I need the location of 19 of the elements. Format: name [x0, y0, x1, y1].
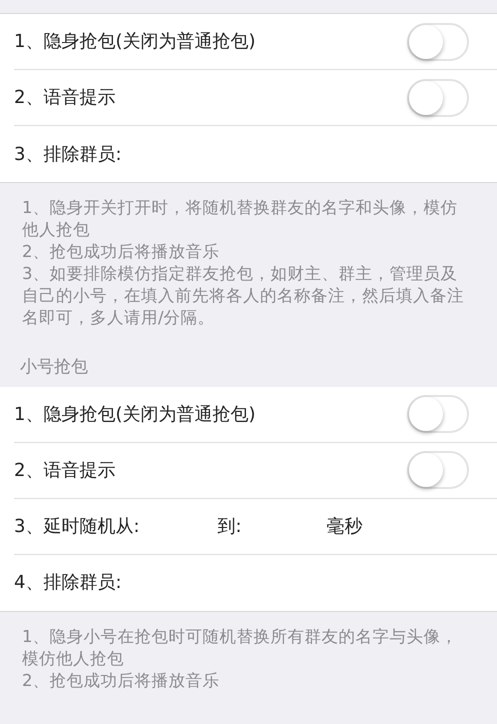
toggle-switch[interactable] [407, 22, 469, 60]
note-text: 1、隐身小号在抢包时可随机替换所有群友的名字与头像，模仿他人抢包 [22, 626, 458, 670]
note-text: 1、隐身开关打开时，将随机替换群友的名字和头像，模仿他人抢包 [22, 197, 458, 241]
setting-label: 4、排除群员: [14, 571, 122, 595]
toggle-switch[interactable] [407, 451, 469, 489]
toggle-switch[interactable] [407, 78, 469, 116]
setting-label: 2、语音提示 [14, 86, 116, 110]
setting-label: 毫秒 [326, 514, 363, 538]
setting-label: 3、延时随机从: [14, 514, 140, 538]
setting-label: 1、隐身抢包(关闭为普通抢包) [14, 402, 256, 426]
setting-label: 3、排除群员: [14, 142, 122, 166]
toggle-switch[interactable] [407, 395, 469, 433]
note-text: 2、抢包成功后将播放音乐 [22, 670, 220, 692]
note-text: 2、抢包成功后将播放音乐 [22, 241, 220, 263]
setting-label: 到: [218, 514, 242, 538]
setting-label: 1、隐身抢包(关闭为普通抢包) [14, 30, 256, 54]
section-title: 小号抢包 [20, 357, 88, 377]
note-text: 3、如要排除模仿指定群友抢包，如财主、群主，管理员及自己的小号，在填入前先将各人的名称备注，然后填入备注名即可，多人请用/分隔。 [22, 263, 465, 329]
setting-label: 2、语音提示 [14, 458, 116, 482]
